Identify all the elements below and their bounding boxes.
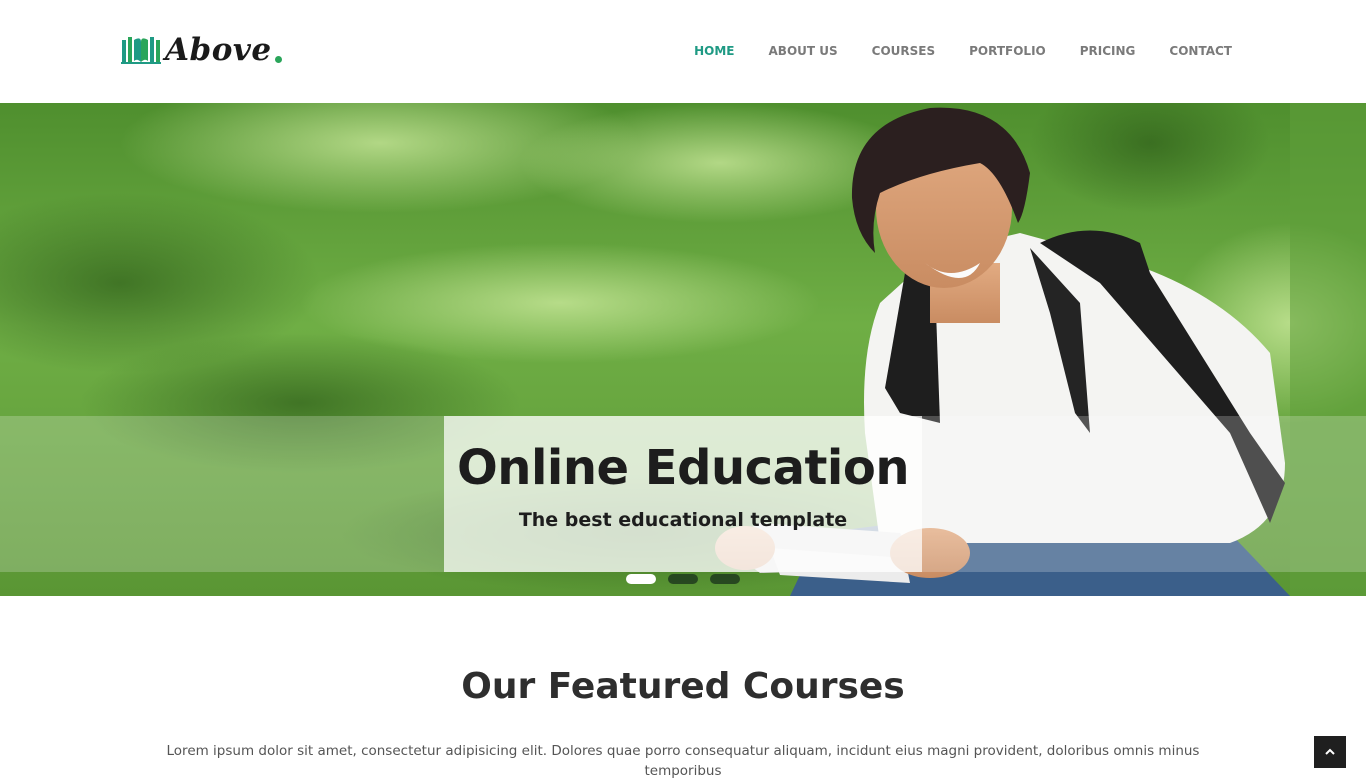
slider-dot-2[interactable]: [668, 574, 698, 584]
hero-subtitle: The best educational template: [518, 509, 848, 531]
slider-dot-1[interactable]: [626, 574, 656, 584]
hero-title: Online Education: [456, 440, 910, 496]
slider-pagination: [626, 574, 740, 584]
hero-slider: Online Education The best educational te…: [0, 103, 1366, 596]
nav-item-home[interactable]: HOME: [694, 42, 734, 60]
nav-item-contact[interactable]: CONTACT: [1169, 42, 1232, 60]
back-to-top-button[interactable]: [1314, 736, 1346, 768]
site-header: Above HOME ABOUT US COURSES PORTFOLIO PR…: [0, 0, 1366, 103]
nav-item-courses[interactable]: COURSES: [872, 42, 935, 60]
hero-caption: Online Education The best educational te…: [444, 416, 922, 572]
chevron-up-icon: [1325, 748, 1335, 755]
main-nav: HOME ABOUT US COURSES PORTFOLIO PRICING …: [660, 42, 1232, 60]
brand-name: Above: [165, 32, 272, 68]
site-logo[interactable]: Above: [121, 30, 282, 70]
featured-courses-text: Lorem ipsum dolor sit amet, consectetur …: [166, 743, 1200, 779]
nav-item-about-us[interactable]: ABOUT US: [769, 42, 838, 60]
nav-item-pricing[interactable]: PRICING: [1080, 42, 1136, 60]
featured-courses-heading: Our Featured Courses: [461, 666, 905, 707]
nav-item-portfolio[interactable]: PORTFOLIO: [969, 42, 1046, 60]
books-icon: [121, 37, 161, 64]
slider-dot-3[interactable]: [710, 574, 740, 584]
brand-dot: [274, 55, 282, 63]
